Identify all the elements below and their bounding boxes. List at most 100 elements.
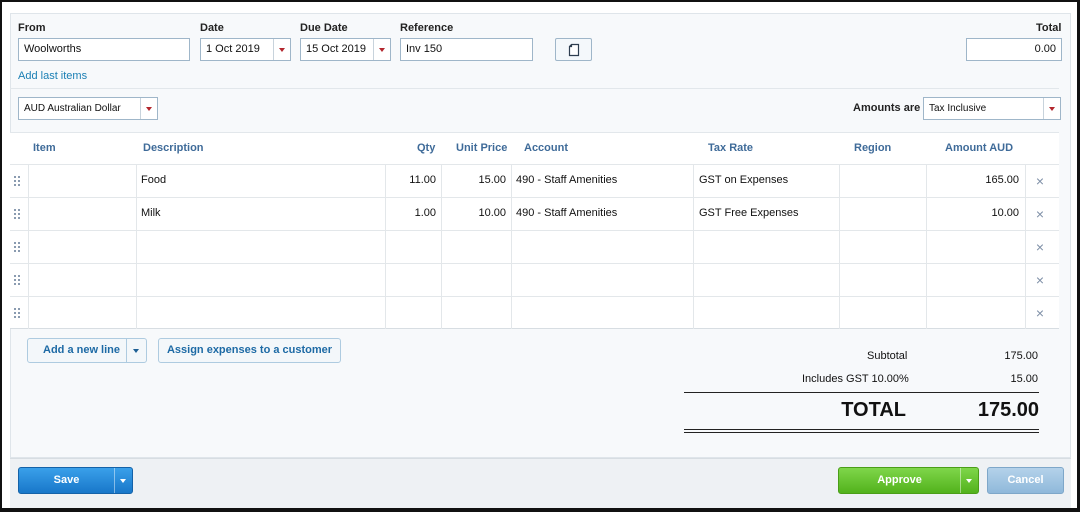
- add-new-line-dropdown-button[interactable]: [127, 339, 147, 362]
- date-field[interactable]: 1 Oct 2019: [200, 38, 291, 61]
- column-divider: [926, 165, 927, 329]
- from-label: From: [18, 22, 46, 34]
- drag-handle-icon[interactable]: [14, 308, 22, 318]
- approve-dropdown-button[interactable]: [961, 468, 979, 493]
- row-2-qty[interactable]: 1.00: [390, 207, 436, 219]
- amounts-are-label: Amounts are: [853, 102, 921, 114]
- date-label: Date: [200, 22, 224, 34]
- row-2-tax-rate[interactable]: GST Free Expenses: [699, 207, 798, 219]
- grand-total-value: 175.00: [977, 399, 1039, 421]
- amounts-are-value: Tax Inclusive: [929, 103, 987, 114]
- row-1-tax-rate[interactable]: GST on Expenses: [699, 174, 788, 186]
- currency-select[interactable]: AUD Australian Dollar: [18, 97, 158, 120]
- due-date-value: 15 Oct 2019: [306, 43, 366, 55]
- close-icon[interactable]: ×: [1034, 240, 1046, 254]
- drag-handle-icon[interactable]: [14, 275, 22, 285]
- total-double-underline: [684, 432, 1039, 433]
- close-icon[interactable]: ×: [1034, 207, 1046, 221]
- divider: [10, 88, 1059, 89]
- currency-value: AUD Australian Dollar: [24, 103, 121, 114]
- from-value: Woolworths: [24, 43, 82, 55]
- gst-label: Includes GST 10.00%: [802, 373, 909, 385]
- row-1-account[interactable]: 490 - Staff Amenities: [516, 174, 617, 186]
- save-label: Save: [53, 474, 80, 486]
- add-new-line-button[interactable]: Add a new line: [27, 338, 147, 363]
- grand-total-label: TOTAL: [841, 399, 906, 421]
- column-header-description: Description: [143, 142, 204, 154]
- column-header-tax-rate: Tax Rate: [708, 142, 754, 154]
- chevron-down-icon: [1049, 107, 1055, 111]
- row-divider: [10, 328, 1059, 329]
- reference-label: Reference: [400, 22, 454, 34]
- drag-handle-icon[interactable]: [14, 176, 22, 186]
- close-icon[interactable]: ×: [1034, 306, 1046, 320]
- window-frame-bottom: [0, 508, 1080, 512]
- due-date-field[interactable]: 15 Oct 2019: [300, 38, 391, 61]
- close-icon[interactable]: ×: [1034, 273, 1046, 287]
- chevron-down-icon: [133, 349, 139, 353]
- cancel-button[interactable]: Cancel: [987, 467, 1064, 494]
- column-divider: [441, 165, 442, 329]
- copy-icon: [568, 43, 580, 57]
- column-header-item: Item: [33, 142, 56, 154]
- subtotal-value: 175.00: [1004, 350, 1038, 362]
- chevron-down-icon: [966, 479, 972, 483]
- row-1-amount[interactable]: 165.00: [931, 174, 1019, 186]
- total-value: 0.00: [1034, 43, 1056, 55]
- chevron-down-icon: [146, 107, 152, 111]
- column-divider: [693, 165, 694, 329]
- reference-field[interactable]: Inv 150: [400, 38, 533, 61]
- row-1-description[interactable]: Food: [141, 174, 166, 186]
- row-2-amount[interactable]: 10.00: [931, 207, 1019, 219]
- column-header-unit-price: Unit Price: [456, 142, 508, 154]
- date-value: 1 Oct 2019: [206, 43, 260, 55]
- subtotal-label: Subtotal: [867, 350, 908, 362]
- chevron-down-icon: [279, 48, 285, 52]
- approve-button[interactable]: Approve: [838, 467, 979, 494]
- copy-button[interactable]: [555, 38, 592, 61]
- column-divider: [1025, 165, 1026, 329]
- column-divider: [385, 165, 386, 329]
- total-field: 0.00: [966, 38, 1062, 61]
- total-label: Total: [1036, 22, 1062, 34]
- approve-label: Approve: [877, 474, 922, 486]
- due-date-label: Due Date: [300, 22, 348, 34]
- save-button[interactable]: Save: [18, 467, 133, 494]
- chevron-down-icon: [379, 48, 385, 52]
- row-1-unit-price[interactable]: 15.00: [446, 174, 506, 186]
- row-divider: [10, 263, 1059, 264]
- column-divider: [28, 165, 29, 329]
- row-divider: [10, 230, 1059, 231]
- date-dropdown-button[interactable]: [273, 39, 290, 60]
- column-divider: [839, 165, 840, 329]
- add-new-line-label: Add a new line: [43, 344, 121, 356]
- due-date-dropdown-button[interactable]: [373, 39, 390, 60]
- gst-value: 15.00: [1010, 373, 1038, 385]
- total-underline: [684, 429, 1039, 430]
- column-header-region: Region: [854, 142, 892, 154]
- amounts-are-dropdown-button[interactable]: [1043, 98, 1060, 119]
- window-frame-top: [0, 0, 1080, 2]
- drag-handle-icon[interactable]: [14, 242, 22, 252]
- drag-handle-icon[interactable]: [14, 209, 22, 219]
- add-last-items-link[interactable]: Add last items: [18, 70, 87, 82]
- reference-value: Inv 150: [406, 43, 443, 55]
- row-1-qty[interactable]: 11.00: [390, 174, 436, 186]
- row-2-account[interactable]: 490 - Staff Amenities: [516, 207, 617, 219]
- column-header-account: Account: [524, 142, 568, 154]
- currency-dropdown-button[interactable]: [140, 98, 157, 119]
- row-divider: [10, 164, 1059, 165]
- column-header-qty: Qty: [417, 142, 436, 154]
- assign-expenses-button[interactable]: Assign expenses to a customer: [158, 338, 341, 363]
- row-2-unit-price[interactable]: 10.00: [446, 207, 506, 219]
- amounts-are-select[interactable]: Tax Inclusive: [923, 97, 1061, 120]
- save-dropdown-button[interactable]: [115, 468, 133, 493]
- from-field[interactable]: Woolworths: [18, 38, 190, 61]
- row-2-description[interactable]: Milk: [141, 207, 161, 219]
- close-icon[interactable]: ×: [1034, 174, 1046, 188]
- window-frame-left: [0, 0, 2, 512]
- totals-divider: [684, 392, 1039, 393]
- row-divider: [10, 197, 1059, 198]
- column-header-amount-aud: Amount AUD: [945, 142, 1014, 154]
- row-divider: [10, 296, 1059, 297]
